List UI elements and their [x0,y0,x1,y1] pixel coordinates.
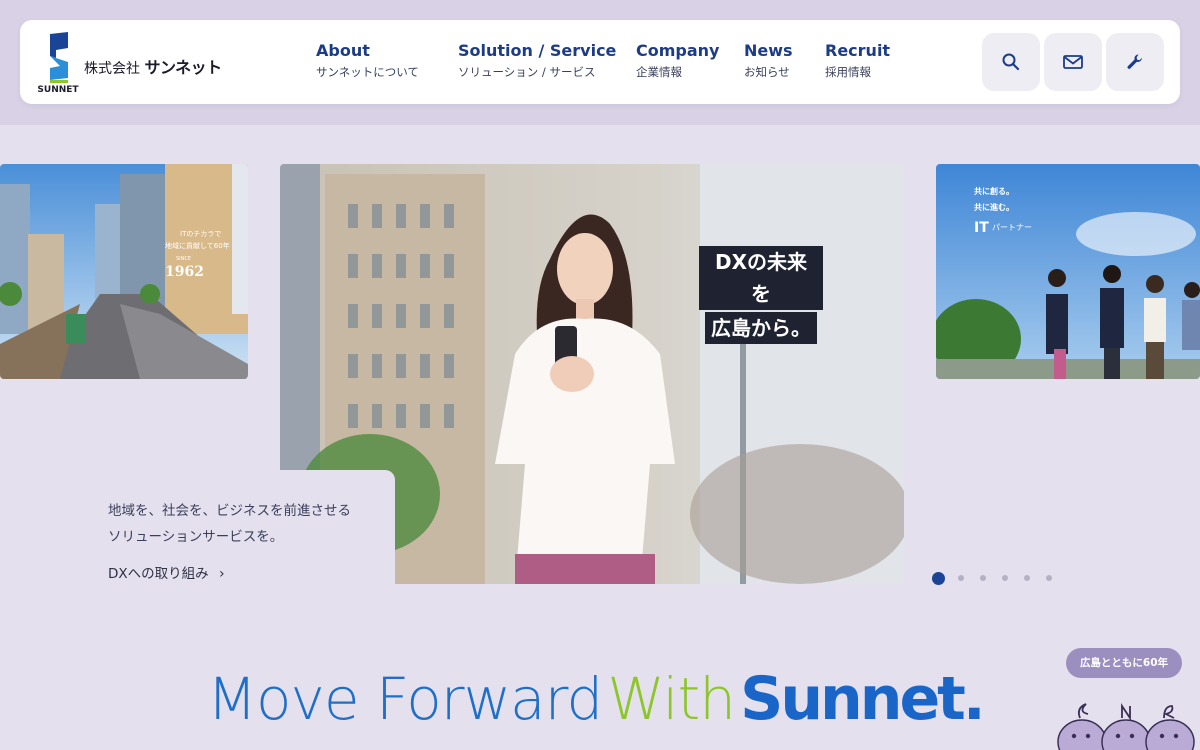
nav-solution-service[interactable]: Solution / Service ソリューション / サービス [458,41,616,81]
sunnet-logo[interactable]: SUNNET 株式会社 サンネット [34,32,234,94]
tagline-sunnet: Sunnet. [740,664,986,734]
site-header: SUNNET 株式会社 サンネット About サンネットについて Soluti… [20,20,1180,104]
logo-company-name-main: サンネット [144,58,222,77]
city-street-photo: ITのチカラで 地域に貢献して60年 SINCE 1962 [0,164,248,379]
anniversary-bubble: 広島とともに60年 [1066,648,1182,678]
slider-dot-1[interactable] [932,572,945,585]
contact-button[interactable] [1044,33,1102,91]
left-slide-since: SINCE [176,256,191,262]
mail-icon [1063,55,1083,69]
slider-dot-6[interactable] [1046,575,1052,581]
mascot-characters-icon [1057,703,1195,750]
hero-slide-previous[interactable]: ITのチカラで 地域に貢献して60年 SINCE 1962 [0,164,248,379]
dx-initiatives-link-label: DXへの取り組み [108,566,209,582]
nav-recruit-sublabel: 採用情報 [825,65,871,79]
right-slide-line2: 共に進む。 [974,202,1014,212]
sunnet-logo-mark: SUNNET [37,32,79,94]
right-slide-it: IT [974,220,989,236]
hero-caption: 地域を、社会を、ビジネスを前進させる ソリューションサービスを。 [108,498,351,550]
slider-dot-3[interactable] [980,575,986,581]
nav-news-label: News [744,41,793,60]
tagline-with: With [607,665,736,733]
right-slide-partner: パートナー [992,223,1032,232]
logo-company-prefix: 株式会社 [84,61,140,77]
nav-solution-service-sublabel: ソリューション / サービス [458,65,596,79]
slider-dot-2[interactable] [958,575,964,581]
nav-news-sublabel: お知らせ [744,65,790,79]
nav-news[interactable]: News お知らせ [744,41,793,81]
slider-dot-4[interactable] [1002,575,1008,581]
nav-company-label: Company [636,41,720,60]
slider-dot-5[interactable] [1024,575,1030,581]
hero-slide-next[interactable]: 共に創る。 共に進む。 IT パートナー [936,164,1200,379]
logo-wordmark: SUNNET [37,85,79,94]
nav-recruit-label: Recruit [825,41,891,60]
nav-recruit[interactable]: Recruit 採用情報 [825,41,890,81]
wrench-icon [1127,54,1142,69]
search-icon [1002,53,1020,71]
nav-about-sublabel: サンネットについて [316,65,419,79]
dx-initiatives-link[interactable]: DXへの取り組み › [108,562,225,582]
tagline: Move Forward With Sunnet. [207,664,986,744]
nav-solution-service-label: Solution / Service [458,41,617,60]
nav-company[interactable]: Company 企業情報 [636,41,719,81]
main-slide-heading-line1: DXの未来を [699,246,823,310]
left-slide-line2: 地域に貢献して60年 [165,241,230,250]
nav-about[interactable]: About サンネットについて [316,41,419,81]
logo-company-name: 株式会社 サンネット [84,54,222,78]
nav-company-sublabel: 企業情報 [636,65,682,79]
main-slide-heading: DXの未来を 広島から。 [699,246,823,346]
left-slide-year: 1962 [165,264,204,280]
search-button[interactable] [982,33,1040,91]
right-slide-line1: 共に創る。 [974,186,1014,196]
tagline-move-forward: Move Forward [207,665,603,733]
main-slide-heading-line2: 広島から。 [705,312,817,344]
hero-caption-line1: 地域を、社会を、ビジネスを前進させる [108,503,351,519]
nav-about-label: About [316,41,370,60]
hero-caption-line2: ソリューションサービスを。 [108,529,284,545]
left-slide-line1: ITのチカラで [180,230,221,238]
team-photo: 共に創る。 共に進む。 IT パートナー [936,164,1200,379]
chevron-right-icon: › [218,566,225,582]
support-button[interactable] [1106,33,1164,91]
